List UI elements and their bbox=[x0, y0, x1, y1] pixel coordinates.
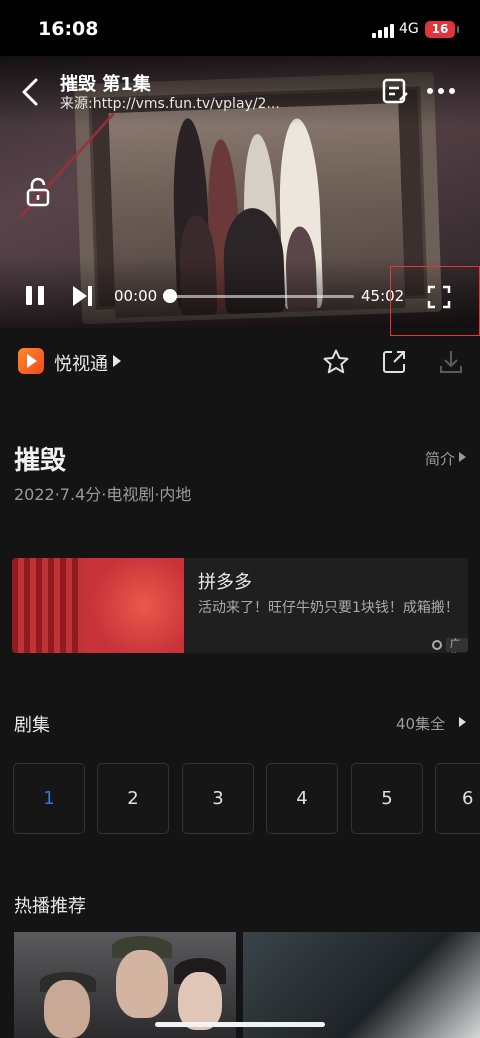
episodes-title: 剧集 bbox=[14, 715, 50, 736]
ad-badge: 广告 bbox=[446, 638, 468, 652]
home-indicator[interactable] bbox=[155, 1022, 325, 1027]
chevron-right-icon bbox=[459, 717, 466, 727]
next-icon bbox=[73, 286, 92, 306]
episode-button-5[interactable]: 5 bbox=[351, 763, 423, 834]
share-icon bbox=[383, 351, 405, 373]
episode-button-3[interactable]: 3 bbox=[182, 763, 254, 834]
battery-tip bbox=[457, 26, 459, 33]
recommend-title: 热播推荐 bbox=[14, 896, 86, 917]
ad-image bbox=[12, 558, 184, 653]
ad-title: 拼多多 bbox=[198, 572, 252, 593]
signal-icon bbox=[372, 24, 394, 38]
intro-link[interactable]: 简介 bbox=[425, 448, 455, 469]
provider-name[interactable]: 悦视通 bbox=[54, 350, 108, 376]
episode-button-4[interactable]: 4 bbox=[266, 763, 338, 834]
edit-icon bbox=[382, 78, 408, 104]
episodes-all-link[interactable]: 40集全 bbox=[396, 713, 445, 734]
battery-icon: 16 bbox=[425, 21, 455, 38]
share-button[interactable] bbox=[380, 348, 408, 376]
episode-button-2[interactable]: 2 bbox=[97, 763, 169, 834]
pause-button[interactable] bbox=[22, 283, 48, 309]
provider-logo[interactable] bbox=[18, 348, 44, 374]
episode-button-6[interactable]: 6 bbox=[435, 763, 480, 834]
back-icon bbox=[22, 78, 38, 106]
chevron-right-icon bbox=[459, 452, 466, 462]
back-button[interactable] bbox=[16, 74, 48, 110]
current-time: 00:00 bbox=[114, 287, 158, 305]
status-bar: 16:08 4G 16 bbox=[0, 0, 480, 56]
download-button[interactable] bbox=[437, 348, 465, 376]
status-time: 16:08 bbox=[38, 18, 99, 40]
next-episode-button[interactable] bbox=[70, 283, 96, 309]
chevron-right-icon bbox=[113, 355, 121, 367]
lock-icon bbox=[26, 177, 50, 207]
edit-button[interactable] bbox=[380, 76, 410, 106]
episode-button-1[interactable]: 1 bbox=[13, 763, 85, 834]
ad-card[interactable]: 拼多多 活动来了！旺仔牛奶只要1块钱！成箱搬！ 广告 bbox=[12, 558, 468, 653]
seek-thumb[interactable] bbox=[163, 289, 177, 303]
favorite-button[interactable] bbox=[322, 348, 350, 376]
ad-description: 活动来了！旺仔牛奶只要1块钱！成箱搬！ bbox=[198, 600, 459, 616]
show-title: 摧毁 bbox=[14, 446, 67, 476]
ad-info-icon[interactable] bbox=[432, 640, 442, 650]
seek-bar[interactable] bbox=[168, 295, 354, 298]
lock-button[interactable] bbox=[24, 176, 52, 208]
more-button[interactable] bbox=[424, 78, 458, 104]
star-icon bbox=[323, 349, 349, 374]
download-icon bbox=[440, 351, 462, 373]
show-meta: 2022·7.4分·电视剧·内地 bbox=[14, 485, 192, 504]
fullscreen-highlight bbox=[390, 266, 480, 336]
network-type: 4G bbox=[399, 21, 419, 37]
video-source[interactable]: 来源:http://vms.fun.tv/vplay/2... bbox=[60, 93, 280, 113]
